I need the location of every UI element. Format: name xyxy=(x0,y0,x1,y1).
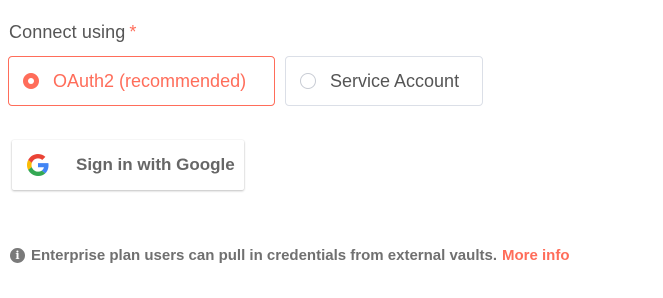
connect-method-radio-group: OAuth2 (recommended) Service Account xyxy=(8,56,483,106)
connect-using-text: Connect using xyxy=(9,22,126,42)
required-asterisk: * xyxy=(129,22,137,42)
more-info-link[interactable]: More info xyxy=(502,247,570,264)
sign-in-with-google-label: Sign in with Google xyxy=(76,155,235,174)
radio-unselected-icon[interactable] xyxy=(300,73,316,89)
radio-option-oauth2[interactable]: OAuth2 (recommended) xyxy=(8,56,275,106)
info-icon: i xyxy=(10,248,25,263)
connect-using-label: Connect using * xyxy=(9,22,137,43)
radio-option-service-account-label: Service Account xyxy=(330,70,460,91)
radio-option-oauth2-label: OAuth2 (recommended) xyxy=(53,70,247,91)
radio-option-service-account[interactable]: Service Account xyxy=(285,56,483,106)
sign-in-with-google-button[interactable]: Sign in with Google xyxy=(12,140,244,190)
google-g-icon xyxy=(27,154,49,176)
enterprise-info-notice: i Enterprise plan users can pull in cred… xyxy=(10,247,570,264)
enterprise-info-text: Enterprise plan users can pull in creden… xyxy=(31,247,497,264)
radio-selected-icon[interactable] xyxy=(23,73,39,89)
